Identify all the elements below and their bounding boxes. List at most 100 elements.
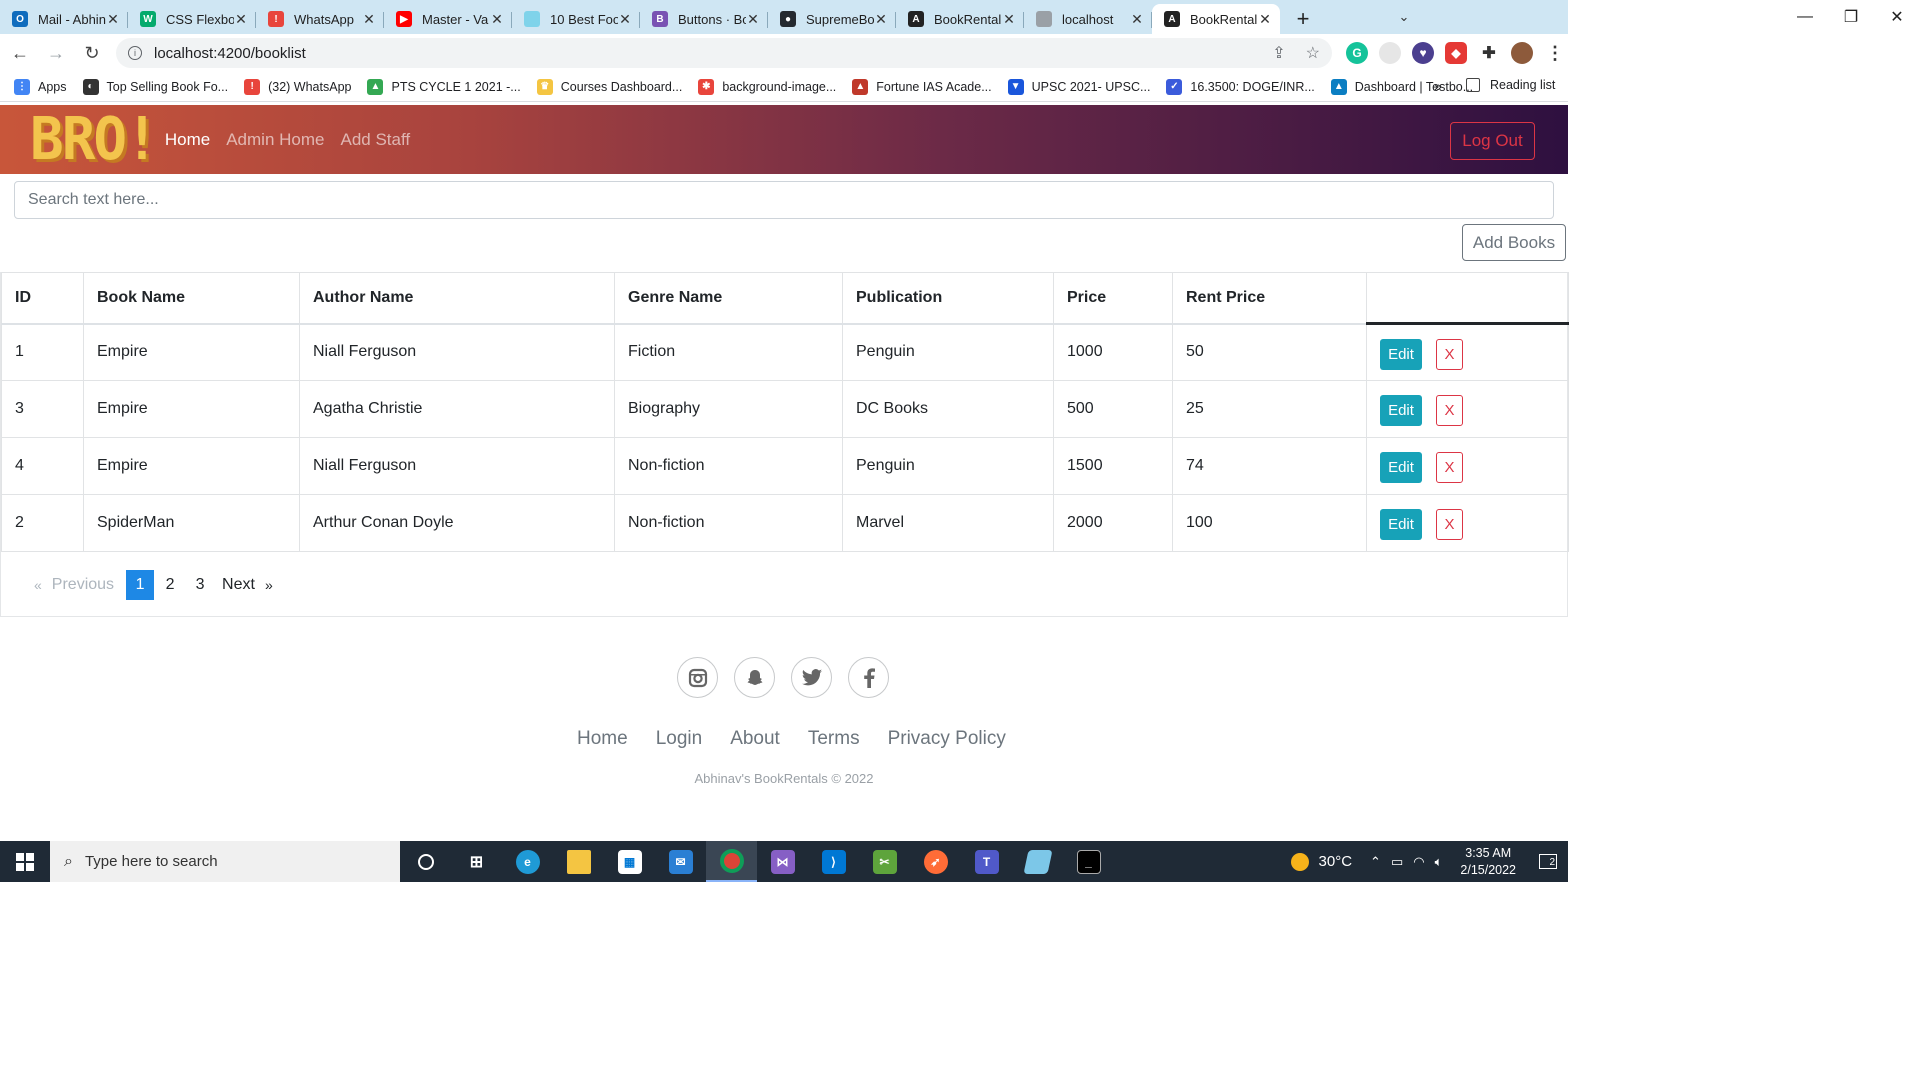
edit-button[interactable]: Edit (1380, 509, 1422, 540)
add-books-button[interactable]: Add Books (1462, 224, 1566, 261)
brand-logo[interactable]: BRO! (30, 110, 159, 169)
extension-blank-icon[interactable] (1379, 42, 1401, 64)
bookmark-item[interactable]: ! (32) WhatsApp (244, 78, 351, 95)
url-text[interactable]: localhost:4200/booklist (154, 45, 1252, 62)
instagram-icon[interactable] (677, 657, 718, 698)
browser-tab[interactable]: ! WhatsApp ✕ (256, 4, 384, 34)
delete-button[interactable]: X (1436, 338, 1463, 370)
clock[interactable]: 3:35 AM 2/15/2022 (1460, 845, 1516, 879)
reload-icon[interactable]: ↻ (76, 37, 108, 69)
store-icon[interactable]: ▦ (604, 841, 655, 882)
terminal-icon[interactable]: _ (1063, 841, 1114, 882)
browser-tab[interactable]: O Mail - Abhinav✕ (0, 4, 128, 34)
bookmark-item[interactable]: ▲ PTS CYCLE 1 2021 -... (367, 78, 521, 95)
edge-icon[interactable]: e (502, 841, 553, 882)
browser-tab[interactable]: A BookRental ✕ (1152, 4, 1280, 34)
maximize-button[interactable]: ❐ (1828, 0, 1874, 34)
nav-admin-home-link[interactable]: Admin Home (226, 130, 324, 150)
mail-icon[interactable]: ✉ (655, 841, 706, 882)
adblock-extension-icon[interactable]: ◆ (1445, 42, 1467, 64)
edit-button[interactable]: Edit (1380, 395, 1422, 426)
bookmark-item[interactable]: ▼ UPSC 2021- UPSC... (1007, 78, 1150, 95)
notification-center-button[interactable]: 2 (1528, 841, 1568, 882)
page-1-button[interactable]: 1 (126, 570, 155, 600)
footer-link-terms[interactable]: Terms (808, 728, 860, 750)
weather-sun-icon[interactable] (1290, 852, 1309, 871)
forward-icon[interactable]: → (40, 37, 72, 69)
close-window-button[interactable]: ✕ (1874, 0, 1920, 34)
pocket-extension-icon[interactable]: ♥ (1412, 42, 1434, 64)
close-tab-icon[interactable]: ✕ (618, 11, 632, 28)
page-3-button[interactable]: 3 (186, 570, 214, 600)
footer-link-login[interactable]: Login (656, 728, 703, 750)
footer-link-home[interactable]: Home (577, 728, 628, 750)
task-view-icon[interactable]: ⊞ (451, 841, 502, 882)
taskbar-search-box[interactable]: ⌕ Type here to search (50, 841, 400, 882)
share-icon[interactable]: ⇪ (1272, 43, 1285, 63)
next-page-button[interactable]: Next » (222, 576, 273, 594)
footer-link-privacy-policy[interactable]: Privacy Policy (888, 728, 1006, 750)
visual-studio-icon[interactable]: ⋈ (757, 841, 808, 882)
start-button[interactable] (0, 841, 50, 882)
reading-list-button[interactable]: Reading list (1466, 78, 1555, 92)
bookmarks-overflow-icon[interactable]: » (1434, 78, 1442, 94)
browser-menu-icon[interactable]: ⋮ (1544, 42, 1566, 64)
close-tab-icon[interactable]: ✕ (874, 11, 888, 28)
snipping-tool-icon[interactable]: ✂ (859, 841, 910, 882)
chrome-icon[interactable] (706, 841, 757, 882)
close-tab-icon[interactable]: ✕ (1002, 11, 1016, 28)
new-tab-button[interactable]: + (1286, 4, 1320, 34)
extensions-puzzle-icon[interactable]: ✚ (1478, 42, 1500, 64)
snapchat-icon[interactable] (734, 657, 775, 698)
close-tab-icon[interactable]: ✕ (106, 11, 120, 28)
browser-tab[interactable]: W CSS Flexbox✕ (128, 4, 256, 34)
cortana-icon[interactable] (400, 841, 451, 882)
edit-button[interactable]: Edit (1380, 338, 1422, 370)
search-input[interactable]: Search text here... (14, 181, 1554, 219)
logout-button[interactable]: Log Out (1450, 122, 1535, 160)
vscode-icon[interactable]: ⟩ (808, 841, 859, 882)
tab-search-icon[interactable]: ⌄ (1386, 0, 1422, 34)
browser-tab[interactable]: ▶ Master - Va ✕ (384, 4, 512, 34)
battery-icon[interactable]: ▭ (1391, 854, 1403, 870)
twitter-icon[interactable] (791, 657, 832, 698)
teams-icon[interactable]: T (961, 841, 1012, 882)
address-bar[interactable]: i localhost:4200/booklist ⇪ ☆ (116, 38, 1332, 68)
close-tab-icon[interactable]: ✕ (1130, 11, 1144, 28)
browser-tab[interactable]: ● SupremeBo ✕ (768, 4, 896, 34)
facebook-icon[interactable] (848, 657, 889, 698)
profile-avatar[interactable] (1511, 42, 1533, 64)
bookmark-item[interactable]: ✱ background-image... (698, 78, 836, 95)
browser-tab[interactable]: 10 Best Foo ✕ (512, 4, 640, 34)
bookmark-item[interactable]: ▲ Dashboard | Testbo... (1330, 78, 1473, 95)
close-tab-icon[interactable]: ✕ (234, 11, 248, 28)
bookmark-item[interactable]: ◐ Top Selling Book Fo... (82, 78, 228, 95)
bookmark-item[interactable]: ▲ Fortune IAS Acade... (852, 78, 992, 95)
close-tab-icon[interactable]: ✕ (746, 11, 760, 28)
nav-home-link[interactable]: Home (165, 130, 210, 150)
minimize-button[interactable]: — (1782, 0, 1828, 34)
browser-tab[interactable]: localhost ✕ (1024, 4, 1152, 34)
nav-add-staff-link[interactable]: Add Staff (340, 130, 410, 150)
edit-button[interactable]: Edit (1380, 452, 1422, 483)
chevron-up-icon[interactable]: ⌃ (1370, 854, 1381, 870)
temperature[interactable]: 30°C (1319, 853, 1353, 870)
close-tab-icon[interactable]: ✕ (1258, 11, 1272, 28)
bookmark-star-icon[interactable]: ☆ (1306, 43, 1320, 63)
footer-link-about[interactable]: About (730, 728, 780, 750)
bookmark-item[interactable]: ⋮ Apps (14, 78, 67, 95)
volume-icon[interactable]: 🔈︎ (1435, 854, 1443, 870)
wifi-icon[interactable]: ◠ (1413, 854, 1424, 870)
browser-tab[interactable]: A BookRental ✕ (896, 4, 1024, 34)
back-icon[interactable]: ← (4, 37, 36, 69)
site-info-icon[interactable]: i (128, 46, 142, 60)
grammarly-extension-icon[interactable]: G (1346, 42, 1368, 64)
close-tab-icon[interactable]: ✕ (490, 11, 504, 28)
postman-icon[interactable]: ➶ (910, 841, 961, 882)
bookmark-item[interactable]: ✓ 16.3500: DOGE/INR... (1166, 78, 1315, 95)
delete-button[interactable]: X (1436, 509, 1463, 540)
browser-tab[interactable]: B Buttons · Bo ✕ (640, 4, 768, 34)
bookmark-item[interactable]: ♛ Courses Dashboard... (536, 78, 682, 95)
close-tab-icon[interactable]: ✕ (362, 11, 376, 28)
file-explorer-icon[interactable] (553, 841, 604, 882)
